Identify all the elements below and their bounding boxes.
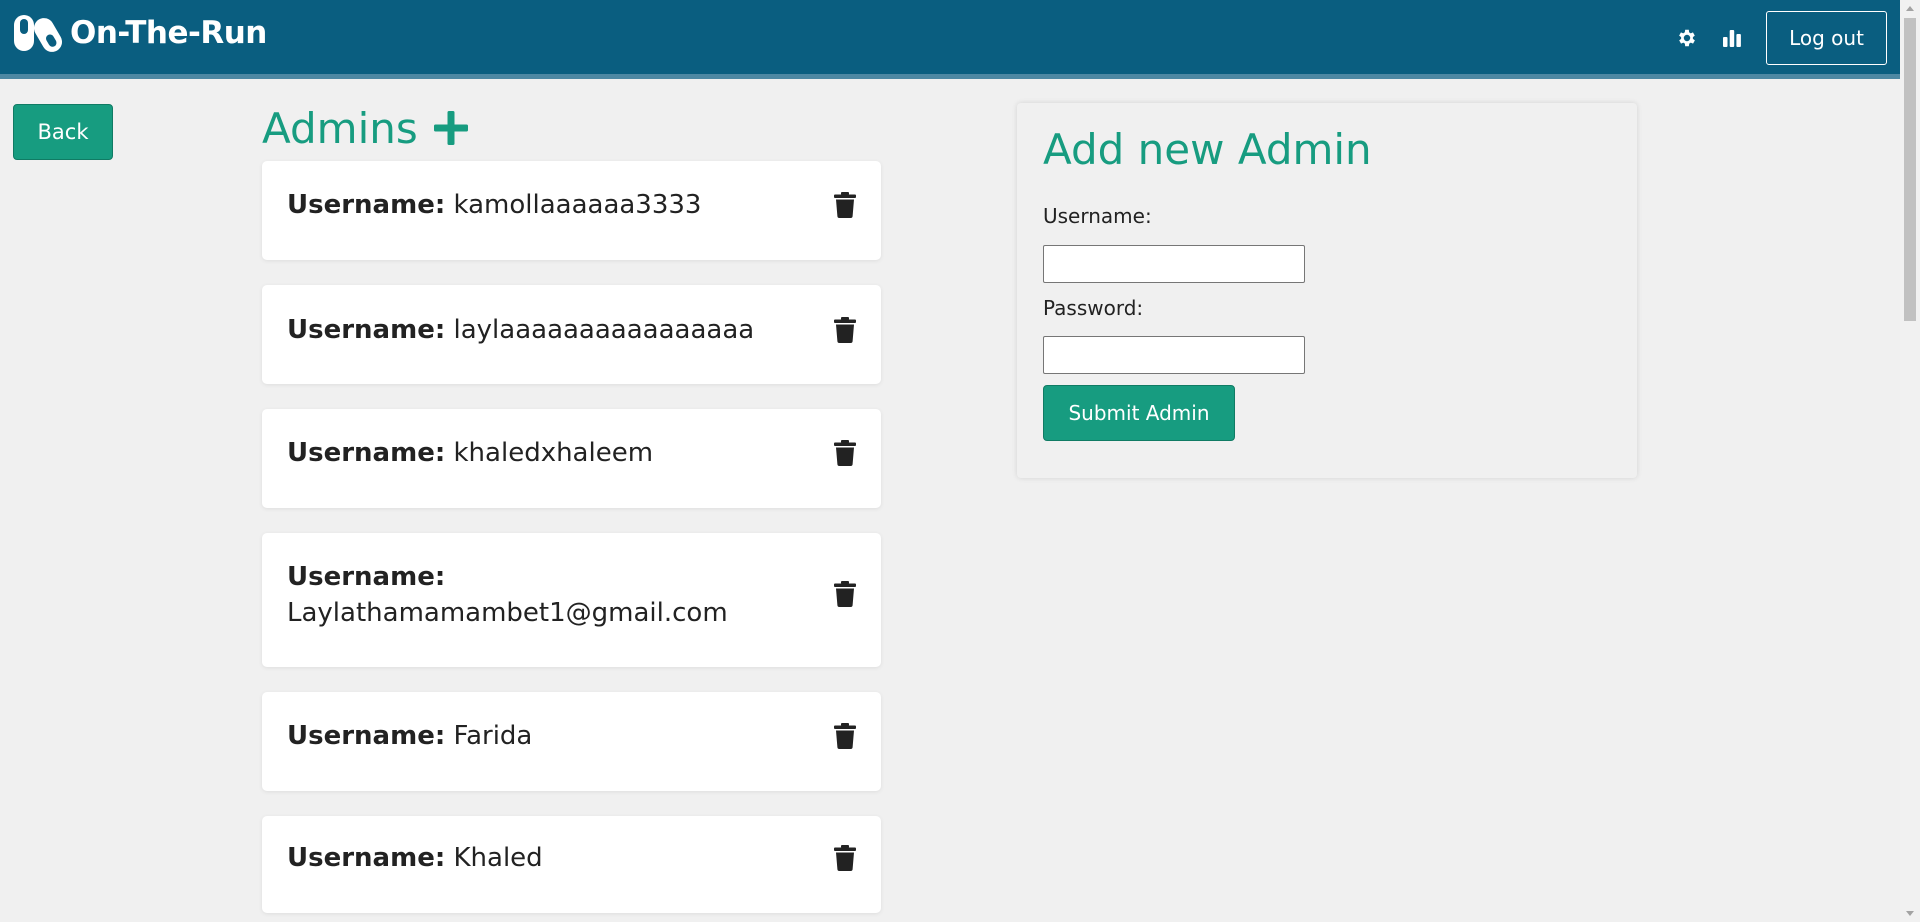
admin-card: Username: Laylathamamambet1@gmail.com — [262, 533, 881, 667]
username-value: laylaaaaaaaaaaaaaaaa — [453, 315, 755, 345]
username-label: Username: — [287, 562, 446, 592]
admin-card: Username: laylaaaaaaaaaaaaaaaa — [262, 285, 881, 384]
submit-admin-button[interactable]: Submit Admin — [1043, 385, 1235, 441]
brand[interactable]: On-The-Run — [12, 13, 267, 53]
admin-username-text: Username: khaledxhaleem — [287, 435, 827, 471]
username-value: Farida — [453, 721, 533, 751]
username-value: khaledxhaleem — [453, 438, 654, 468]
page: On-The-Run Log out Back Admins Username:… — [0, 0, 1920, 922]
username-input[interactable] — [1043, 245, 1305, 283]
add-admin-form: Add new Admin Username: Password: Submit… — [1017, 103, 1637, 478]
bar-chart-icon[interactable] — [1721, 27, 1743, 49]
pills-logo-icon — [12, 13, 64, 53]
admin-card: Username: Farida — [262, 692, 881, 791]
top-navbar: On-The-Run Log out — [0, 0, 1900, 79]
admin-card: Username: Khaled — [262, 816, 881, 913]
admin-card: Username: kamollaaaaaa3333 — [262, 161, 881, 260]
admin-username-text: Username: Khaled — [287, 840, 827, 876]
username-label: Username: — [287, 190, 446, 220]
trash-icon[interactable] — [834, 317, 856, 343]
admins-heading: Admins — [262, 100, 470, 156]
plus-icon[interactable] — [432, 109, 470, 147]
admin-username-text: Username: Farida — [287, 718, 827, 754]
back-button[interactable]: Back — [13, 104, 113, 160]
username-value: Khaled — [453, 843, 543, 873]
username-label: Username: — [287, 843, 446, 873]
trash-icon[interactable] — [834, 581, 856, 607]
scrollbar-thumb[interactable] — [1904, 18, 1916, 321]
username-label: Username: — [287, 438, 446, 468]
logout-button[interactable]: Log out — [1766, 11, 1887, 65]
admin-username-text: Username: kamollaaaaaa3333 — [287, 187, 827, 223]
trash-icon[interactable] — [834, 723, 856, 749]
username-field-label: Username: — [1043, 204, 1152, 228]
trash-icon[interactable] — [834, 845, 856, 871]
username-value: kamollaaaaaa3333 — [453, 190, 702, 220]
admins-title: Admins — [262, 103, 418, 153]
username-value: Laylathamamambet1@gmail.com — [287, 598, 728, 628]
gear-icon[interactable] — [1676, 27, 1698, 49]
username-label: Username: — [287, 721, 446, 751]
password-field-label: Password: — [1043, 296, 1144, 320]
trash-icon[interactable] — [834, 192, 856, 218]
brand-name: On-The-Run — [70, 15, 267, 51]
scroll-up-arrow-icon[interactable] — [1900, 0, 1920, 17]
admin-username-text: Username: Laylathamamambet1@gmail.com — [287, 559, 827, 631]
password-input[interactable] — [1043, 336, 1305, 374]
admin-username-text: Username: laylaaaaaaaaaaaaaaaa — [287, 312, 827, 348]
username-label: Username: — [287, 315, 446, 345]
admin-card: Username: khaledxhaleem — [262, 409, 881, 508]
trash-icon[interactable] — [834, 440, 856, 466]
scroll-down-arrow-icon[interactable] — [1900, 905, 1920, 922]
form-title: Add new Admin — [1043, 125, 1372, 174]
page-scrollbar[interactable] — [1900, 0, 1920, 922]
